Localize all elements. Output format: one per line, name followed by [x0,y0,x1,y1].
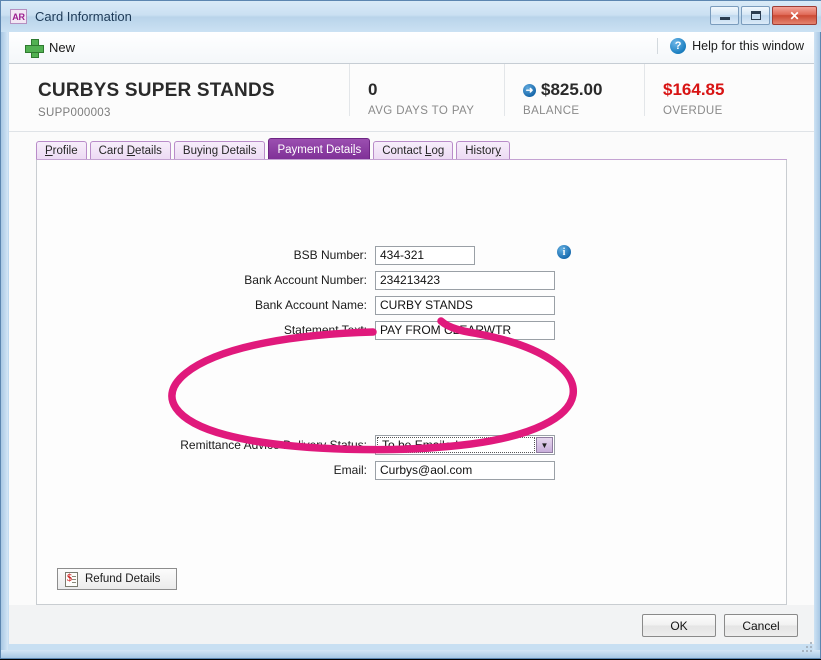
stat-label: AVG DAYS TO PAY [368,105,475,117]
window-body: CURBYS SUPER STANDS SUPP000003 0 AVG DAY… [9,64,814,644]
stat-value: 0 [368,80,378,99]
field-row-statement-text: Statement Text: [37,320,597,340]
remittance-label: Remittance Advice Delivery Status: [180,438,367,452]
remittance-selected-value: To be Emailed [377,437,535,453]
tab-bar: Profile Card Details Buying Details Paym… [36,138,511,160]
minimize-icon [719,17,730,20]
minimize-button[interactable] [710,6,739,25]
maximize-icon [750,11,761,20]
resize-grip[interactable] [802,640,814,652]
email-label: Email: [333,463,367,477]
tab-payment-details[interactable]: Payment Details [268,138,371,160]
balance-amount: $825.00 [541,80,603,99]
bsb-input[interactable] [375,245,475,265]
window-frame-bottom [1,650,820,658]
close-button[interactable]: ✕ [772,6,817,25]
overdue-amount: $164.85 [663,80,725,99]
window-frame-right [813,1,820,658]
app-badge-icon: AR [10,9,27,24]
remittance-status-dropdown[interactable]: To be Emailed ▼ [375,435,555,455]
field-row-email: Email: [37,460,597,480]
help-link[interactable]: ? Help for this window [657,38,804,54]
stat-label: BALANCE [523,105,580,117]
help-link-label: Help for this window [692,39,804,53]
window-frame-left [1,1,8,658]
invoice-dollar-icon: $ [65,571,78,587]
stat-value-row: ➜ $825.00 [523,80,644,100]
company-block: CURBYS SUPER STANDS SUPP000003 [9,64,349,119]
account-name-input[interactable] [375,295,555,315]
chevron-down-icon[interactable]: ▼ [536,437,553,453]
info-icon[interactable]: i [557,245,571,259]
tab-buying-details[interactable]: Buying Details [173,141,266,160]
stat-balance: ➜ $825.00 BALANCE [504,64,644,117]
tab-contact-log[interactable]: Contact Log [373,141,454,160]
toolbar: New ? Help for this window [9,32,814,64]
close-icon: ✕ [789,8,800,23]
new-button-label: New [49,40,76,55]
email-input[interactable] [375,460,555,480]
cancel-button[interactable]: Cancel [724,614,798,637]
company-code: SUPP000003 [38,107,111,119]
title-bar: AR Card Information ✕ [1,1,821,32]
statement-text-label: Statement Text: [283,323,367,337]
field-row-remittance-status: Remittance Advice Delivery Status: To be… [37,435,597,455]
tab-card-details[interactable]: Card Details [89,141,171,160]
record-header: CURBYS SUPER STANDS SUPP000003 0 AVG DAY… [9,64,814,132]
window-title: Card Information [35,9,132,24]
plus-icon [25,39,44,58]
new-button[interactable]: New [21,37,79,58]
account-number-label: Bank Account Number: [244,273,367,287]
refund-details-label: Refund Details [85,573,161,585]
tab-profile[interactable]: Profile [36,141,87,160]
maximize-button[interactable] [741,6,770,25]
stat-avg-days-to-pay: 0 AVG DAYS TO PAY [349,64,504,117]
field-row-bsb: BSB Number: [37,245,597,265]
stat-label: OVERDUE [663,105,723,117]
tab-history[interactable]: History [456,141,511,160]
window-controls: ✕ [710,6,817,25]
card-information-window: AR Card Information ✕ New ? Help for thi… [0,0,821,659]
field-row-account-number: Bank Account Number: [37,270,597,290]
arrow-right-circle-icon: ➜ [523,83,536,97]
account-number-input[interactable] [375,270,555,290]
account-name-label: Bank Account Name: [254,298,367,312]
payment-details-panel: BSB Number: i Bank Account Number: Bank … [36,160,787,605]
bsb-label: BSB Number: [293,248,367,262]
refund-details-button[interactable]: $ Refund Details [57,568,177,590]
company-name: CURBYS SUPER STANDS [38,80,275,101]
stat-overdue: $164.85 OVERDUE [644,64,794,117]
dialog-footer: OK Cancel [9,605,814,644]
question-mark-icon: ? [670,38,687,54]
ok-button[interactable]: OK [642,614,716,637]
field-row-account-name: Bank Account Name: [37,295,597,315]
statement-text-input[interactable] [375,320,555,340]
